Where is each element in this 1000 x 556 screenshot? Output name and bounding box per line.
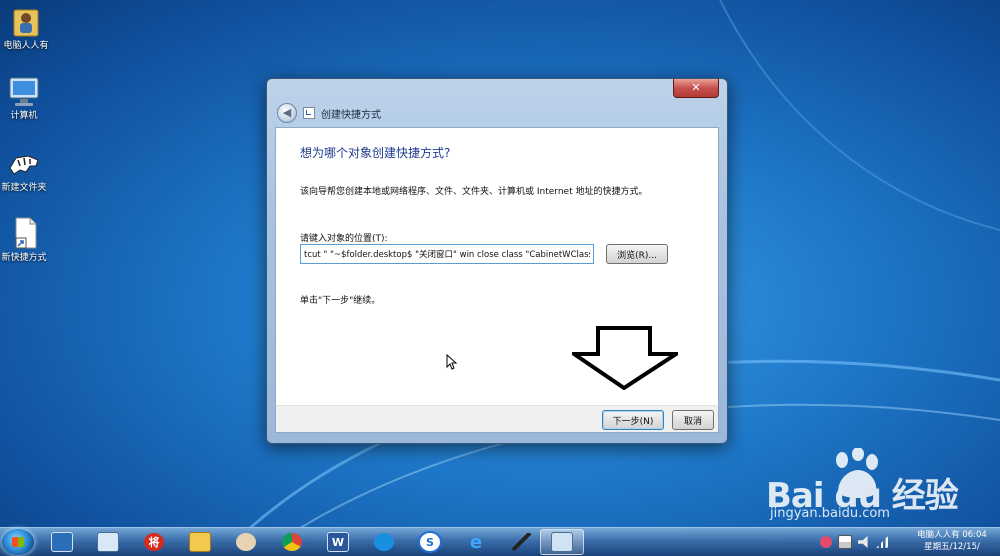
system-tray xyxy=(820,533,888,551)
taskbar-item-sogou[interactable]: S xyxy=(408,529,452,555)
taskbar-item-paint[interactable] xyxy=(224,529,268,555)
watermark-url: jingyan.baidu.com xyxy=(770,506,890,521)
start-button[interactable] xyxy=(2,529,34,555)
dialog-titlebar: ◀ 创建快捷方式 xyxy=(277,103,381,123)
window-icon xyxy=(551,532,573,552)
desktop-icon-label: 计算机 xyxy=(10,111,38,121)
location-label: 请键入对象的位置(T): xyxy=(300,234,388,244)
taskbar-item-chrome[interactable] xyxy=(270,529,314,555)
dialog-title: 创建快捷方式 xyxy=(321,109,381,121)
paint-palette-icon xyxy=(236,533,256,551)
desktop-icon-computer[interactable]: 计算机 xyxy=(0,74,52,122)
folder-icon xyxy=(8,4,44,38)
taskbar-item-desktop[interactable] xyxy=(40,529,84,555)
taskbar-clock[interactable]: 电脑人人有 06:04 星期五/12/15/ xyxy=(908,529,996,553)
word-icon: W xyxy=(327,532,349,552)
tray-app-icon[interactable] xyxy=(820,536,832,548)
chinese-chess-icon: 将 xyxy=(144,533,164,551)
next-button[interactable]: 下一步(N) xyxy=(602,410,664,430)
desktop-icon-user-folder[interactable]: 电脑人人有 xyxy=(0,4,54,52)
taskbar-item-active-window[interactable] xyxy=(540,529,584,555)
taskbar-item-word[interactable]: W xyxy=(316,529,360,555)
desktop-icon-new-folder[interactable]: 新建文件夹 xyxy=(0,146,52,194)
taskbar-item-folder[interactable] xyxy=(178,529,222,555)
microphone-icon xyxy=(512,533,532,551)
cancel-button[interactable]: 取消 xyxy=(672,410,714,430)
dialog-footer: 下一步(N) 取消 xyxy=(275,405,719,433)
desktop-icon-label: 电脑人人有 xyxy=(3,41,49,51)
next-hint: 单击"下一步"继续。 xyxy=(300,296,381,306)
down-arrow-annotation-icon xyxy=(572,326,678,390)
location-input[interactable] xyxy=(300,244,594,264)
taskbar-item-chess[interactable]: 将 xyxy=(132,529,176,555)
network-signal-icon[interactable] xyxy=(876,536,888,548)
desktop-icon-label: 新快捷方式 xyxy=(1,253,47,263)
clock-line-1: 电脑人人有 06:04 xyxy=(917,530,987,540)
clock-line-2: 星期五/12/15/ xyxy=(924,542,980,552)
explorer-icon xyxy=(97,532,119,552)
flag-icon[interactable] xyxy=(838,535,852,549)
taskbar: 将 W S e 电脑人人有 06:04 星期五/12/15/ xyxy=(0,527,1000,556)
desktop-icon-label: 新建文件夹 xyxy=(1,183,47,193)
taskbar-item-ie[interactable]: e xyxy=(454,529,498,555)
browse-button[interactable]: 浏览(R)... xyxy=(606,244,668,264)
chrome-icon xyxy=(282,533,302,551)
tiger-icon xyxy=(6,146,42,180)
folder-icon xyxy=(189,532,211,552)
dialog-heading: 想为哪个对象创建快捷方式? xyxy=(300,146,451,160)
computer-icon xyxy=(6,74,42,108)
dialog-description: 该向导帮您创建本地或网络程序、文件、文件夹、计算机或 Internet 地址的快… xyxy=(300,187,648,197)
file-shortcut-icon xyxy=(6,216,42,250)
desktop-icon-new-shortcut[interactable]: 新快捷方式 xyxy=(0,216,52,264)
internet-explorer-icon: e xyxy=(469,531,483,553)
shortcut-wizard-icon xyxy=(303,107,315,119)
taskbar-item-explorer[interactable] xyxy=(86,529,130,555)
back-arrow-icon[interactable]: ◀ xyxy=(277,103,297,123)
mouse-cursor-icon xyxy=(446,354,458,370)
close-button[interactable]: ✕ xyxy=(673,79,719,98)
volume-icon[interactable] xyxy=(858,536,868,548)
sogou-icon: S xyxy=(418,531,442,553)
taskbar-item-browser[interactable] xyxy=(362,529,406,555)
browser-icon xyxy=(374,533,394,551)
monitor-icon xyxy=(51,532,73,552)
taskbar-item-tool[interactable] xyxy=(500,529,544,555)
